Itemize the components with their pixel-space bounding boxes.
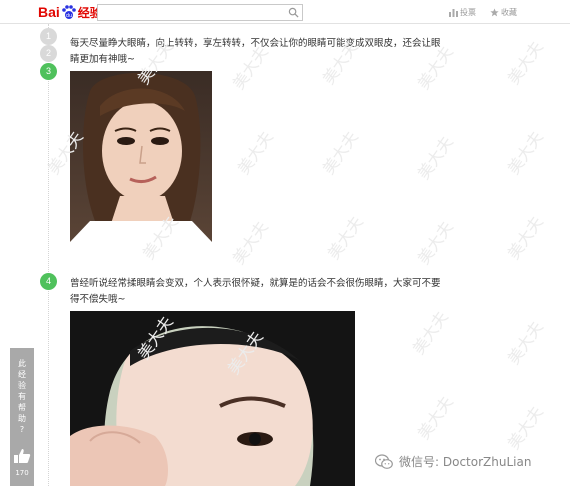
baidu-jingyan-logo[interactable]: Bai du 经验: [38, 3, 102, 21]
favorite-link-label: 收藏: [501, 8, 517, 17]
watermark: 美大夫: [503, 37, 547, 88]
step-3-photo[interactable]: [70, 71, 212, 242]
step-number-3: 3: [40, 63, 57, 80]
helpful-question: 此 经 验 有 帮 助 ?: [18, 359, 26, 434]
watermark: 美大夫: [233, 127, 277, 178]
step-3-line-2: 睛更加有神哦~: [70, 54, 135, 65]
wechat-watermark: 微信号: DoctorZhuLian: [375, 453, 531, 470]
search-box: [97, 4, 303, 25]
svg-text:du: du: [66, 13, 72, 19]
watermark: 美大夫: [318, 127, 362, 178]
vote-link-label: 投票: [460, 8, 476, 17]
watermark: 美大夫: [503, 317, 547, 368]
step-timeline: [48, 24, 49, 486]
watermark: 美大夫: [413, 217, 457, 268]
wechat-id-text: 微信号: DoctorZhuLian: [399, 455, 532, 469]
step-3-line-1: 每天尽量睁大眼睛，向上转转，享左转转，不仅会让你的眼睛可能变成双眼皮，还会让眼: [70, 38, 441, 49]
watermark: 美大夫: [408, 307, 452, 358]
wechat-icon: [375, 453, 393, 469]
watermark: 美大夫: [413, 392, 457, 443]
thumbs-up-icon[interactable]: [13, 448, 31, 464]
watermark: 美大夫: [323, 212, 367, 263]
watermark: 美大夫: [503, 127, 547, 178]
vote-link[interactable]: 投票: [449, 7, 476, 18]
step-3-text: 每天尽量睁大眼睛，向上转转，享左转转，不仅会让你的眼睛可能变成双眼皮，还会让眼 …: [70, 36, 441, 68]
watermark: 美大夫: [228, 217, 272, 268]
step-4-photo[interactable]: [70, 311, 355, 486]
watermark: 美大夫: [503, 402, 547, 453]
favorite-link[interactable]: 收藏: [490, 7, 517, 18]
step-number-2: 2: [40, 45, 57, 62]
step-4-text: 曾经听说经常揉眼睛会变双，个人表示很怀疑，就算是的话会不会很伤眼睛，大家可不要 …: [70, 276, 441, 308]
watermark: 美大夫: [413, 132, 457, 183]
helpful-vote-count: 170: [15, 469, 29, 477]
step-number-1: 1: [40, 28, 57, 45]
paw-icon: du: [61, 5, 76, 19]
top-header: Bai du 经验 投票 收藏: [0, 0, 570, 25]
step-4-line-2: 得不偿失哦~: [70, 294, 126, 305]
logo-text-bai: Bai: [38, 4, 60, 20]
helpful-vote-panel[interactable]: 此 经 验 有 帮 助 ? 170: [10, 348, 34, 486]
search-icon[interactable]: [288, 7, 299, 18]
step-4-line-1: 曾经听说经常揉眼睛会变双，个人表示很怀疑，就算是的话会不会很伤眼睛，大家可不要: [70, 278, 441, 289]
step-number-4: 4: [40, 273, 57, 290]
search-input[interactable]: [98, 10, 283, 25]
watermark: 美大夫: [503, 212, 547, 263]
bar-chart-icon: [449, 9, 458, 17]
star-icon: [490, 8, 499, 17]
